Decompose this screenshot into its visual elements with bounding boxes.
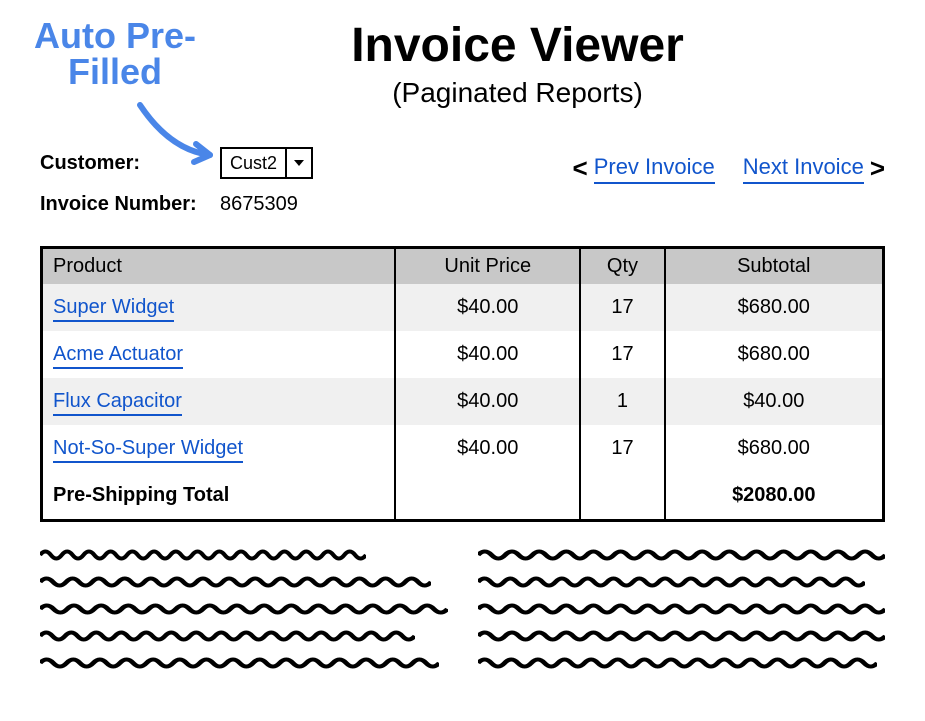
squiggle-icon bbox=[40, 602, 448, 616]
dropdown-button[interactable] bbox=[285, 149, 311, 177]
total-value: $2080.00 bbox=[665, 472, 884, 521]
squiggle-icon bbox=[478, 575, 865, 589]
customer-dropdown[interactable]: Cust2 bbox=[220, 147, 313, 179]
product-link[interactable]: Acme Actuator bbox=[53, 343, 183, 369]
cell-qty: 1 bbox=[580, 378, 664, 425]
prev-invoice-label: Prev Invoice bbox=[594, 154, 715, 184]
cell-qty: 17 bbox=[580, 284, 664, 331]
cell-unit-price: $40.00 bbox=[395, 378, 580, 425]
squiggle-icon bbox=[478, 656, 877, 670]
header-product: Product bbox=[42, 248, 396, 285]
customer-label: Customer: bbox=[40, 152, 220, 175]
product-link[interactable]: Super Widget bbox=[53, 296, 174, 322]
squiggle-icon bbox=[478, 629, 886, 643]
placeholder-column-right bbox=[478, 548, 886, 683]
squiggle-icon bbox=[40, 575, 431, 589]
table-row: Acme Actuator $40.0017$680.00 bbox=[42, 331, 884, 378]
placeholder-column-left bbox=[40, 548, 448, 683]
invoice-number-label: Invoice Number: bbox=[40, 193, 220, 216]
cell-subtotal: $680.00 bbox=[665, 331, 884, 378]
cell-qty: 17 bbox=[580, 425, 664, 472]
cell-subtotal: $680.00 bbox=[665, 284, 884, 331]
table-header-row: Product Unit Price Qty Subtotal bbox=[42, 248, 884, 285]
squiggle-icon bbox=[40, 548, 366, 562]
customer-dropdown-value: Cust2 bbox=[222, 149, 285, 177]
squiggle-icon bbox=[40, 656, 439, 670]
invoice-number-value: 8675309 bbox=[220, 193, 313, 216]
placeholder-text-block bbox=[40, 548, 885, 683]
cell-qty: 17 bbox=[580, 331, 664, 378]
product-link[interactable]: Not-So-Super Widget bbox=[53, 437, 243, 463]
cell-subtotal: $680.00 bbox=[665, 425, 884, 472]
annotation-label: Auto Pre- Filled bbox=[10, 18, 220, 90]
product-link[interactable]: Flux Capacitor bbox=[53, 390, 182, 416]
table-row: Not-So-Super Widget $40.0017$680.00 bbox=[42, 425, 884, 472]
header-qty: Qty bbox=[580, 248, 664, 285]
total-label: Pre-Shipping Total bbox=[42, 472, 396, 521]
table-row: Flux Capacitor $40.001$40.00 bbox=[42, 378, 884, 425]
chevron-right-icon: > bbox=[870, 153, 885, 184]
annotation-line1: Auto Pre- bbox=[34, 15, 196, 56]
squiggle-icon bbox=[40, 629, 415, 643]
cell-unit-price: $40.00 bbox=[395, 284, 580, 331]
squiggle-icon bbox=[478, 602, 886, 616]
squiggle-icon bbox=[478, 548, 886, 562]
cell-unit-price: $40.00 bbox=[395, 331, 580, 378]
pager: < Prev Invoice Next Invoice > bbox=[573, 153, 886, 184]
prev-invoice-link[interactable]: < Prev Invoice bbox=[573, 153, 715, 184]
table-row: Super Widget $40.0017$680.00 bbox=[42, 284, 884, 331]
page-subtitle: (Paginated Reports) bbox=[150, 77, 885, 109]
next-invoice-label: Next Invoice bbox=[743, 154, 864, 184]
total-row: Pre-Shipping Total $2080.00 bbox=[42, 472, 884, 521]
invoice-table: Product Unit Price Qty Subtotal Super Wi… bbox=[40, 246, 885, 522]
header-subtotal: Subtotal bbox=[665, 248, 884, 285]
chevron-down-icon bbox=[293, 158, 305, 168]
cell-unit-price: $40.00 bbox=[395, 425, 580, 472]
cell-subtotal: $40.00 bbox=[665, 378, 884, 425]
annotation-line2: Filled bbox=[68, 51, 162, 92]
chevron-left-icon: < bbox=[573, 153, 588, 184]
next-invoice-link[interactable]: Next Invoice > bbox=[743, 153, 885, 184]
header-unit-price: Unit Price bbox=[395, 248, 580, 285]
page-title: Invoice Viewer bbox=[150, 18, 885, 73]
